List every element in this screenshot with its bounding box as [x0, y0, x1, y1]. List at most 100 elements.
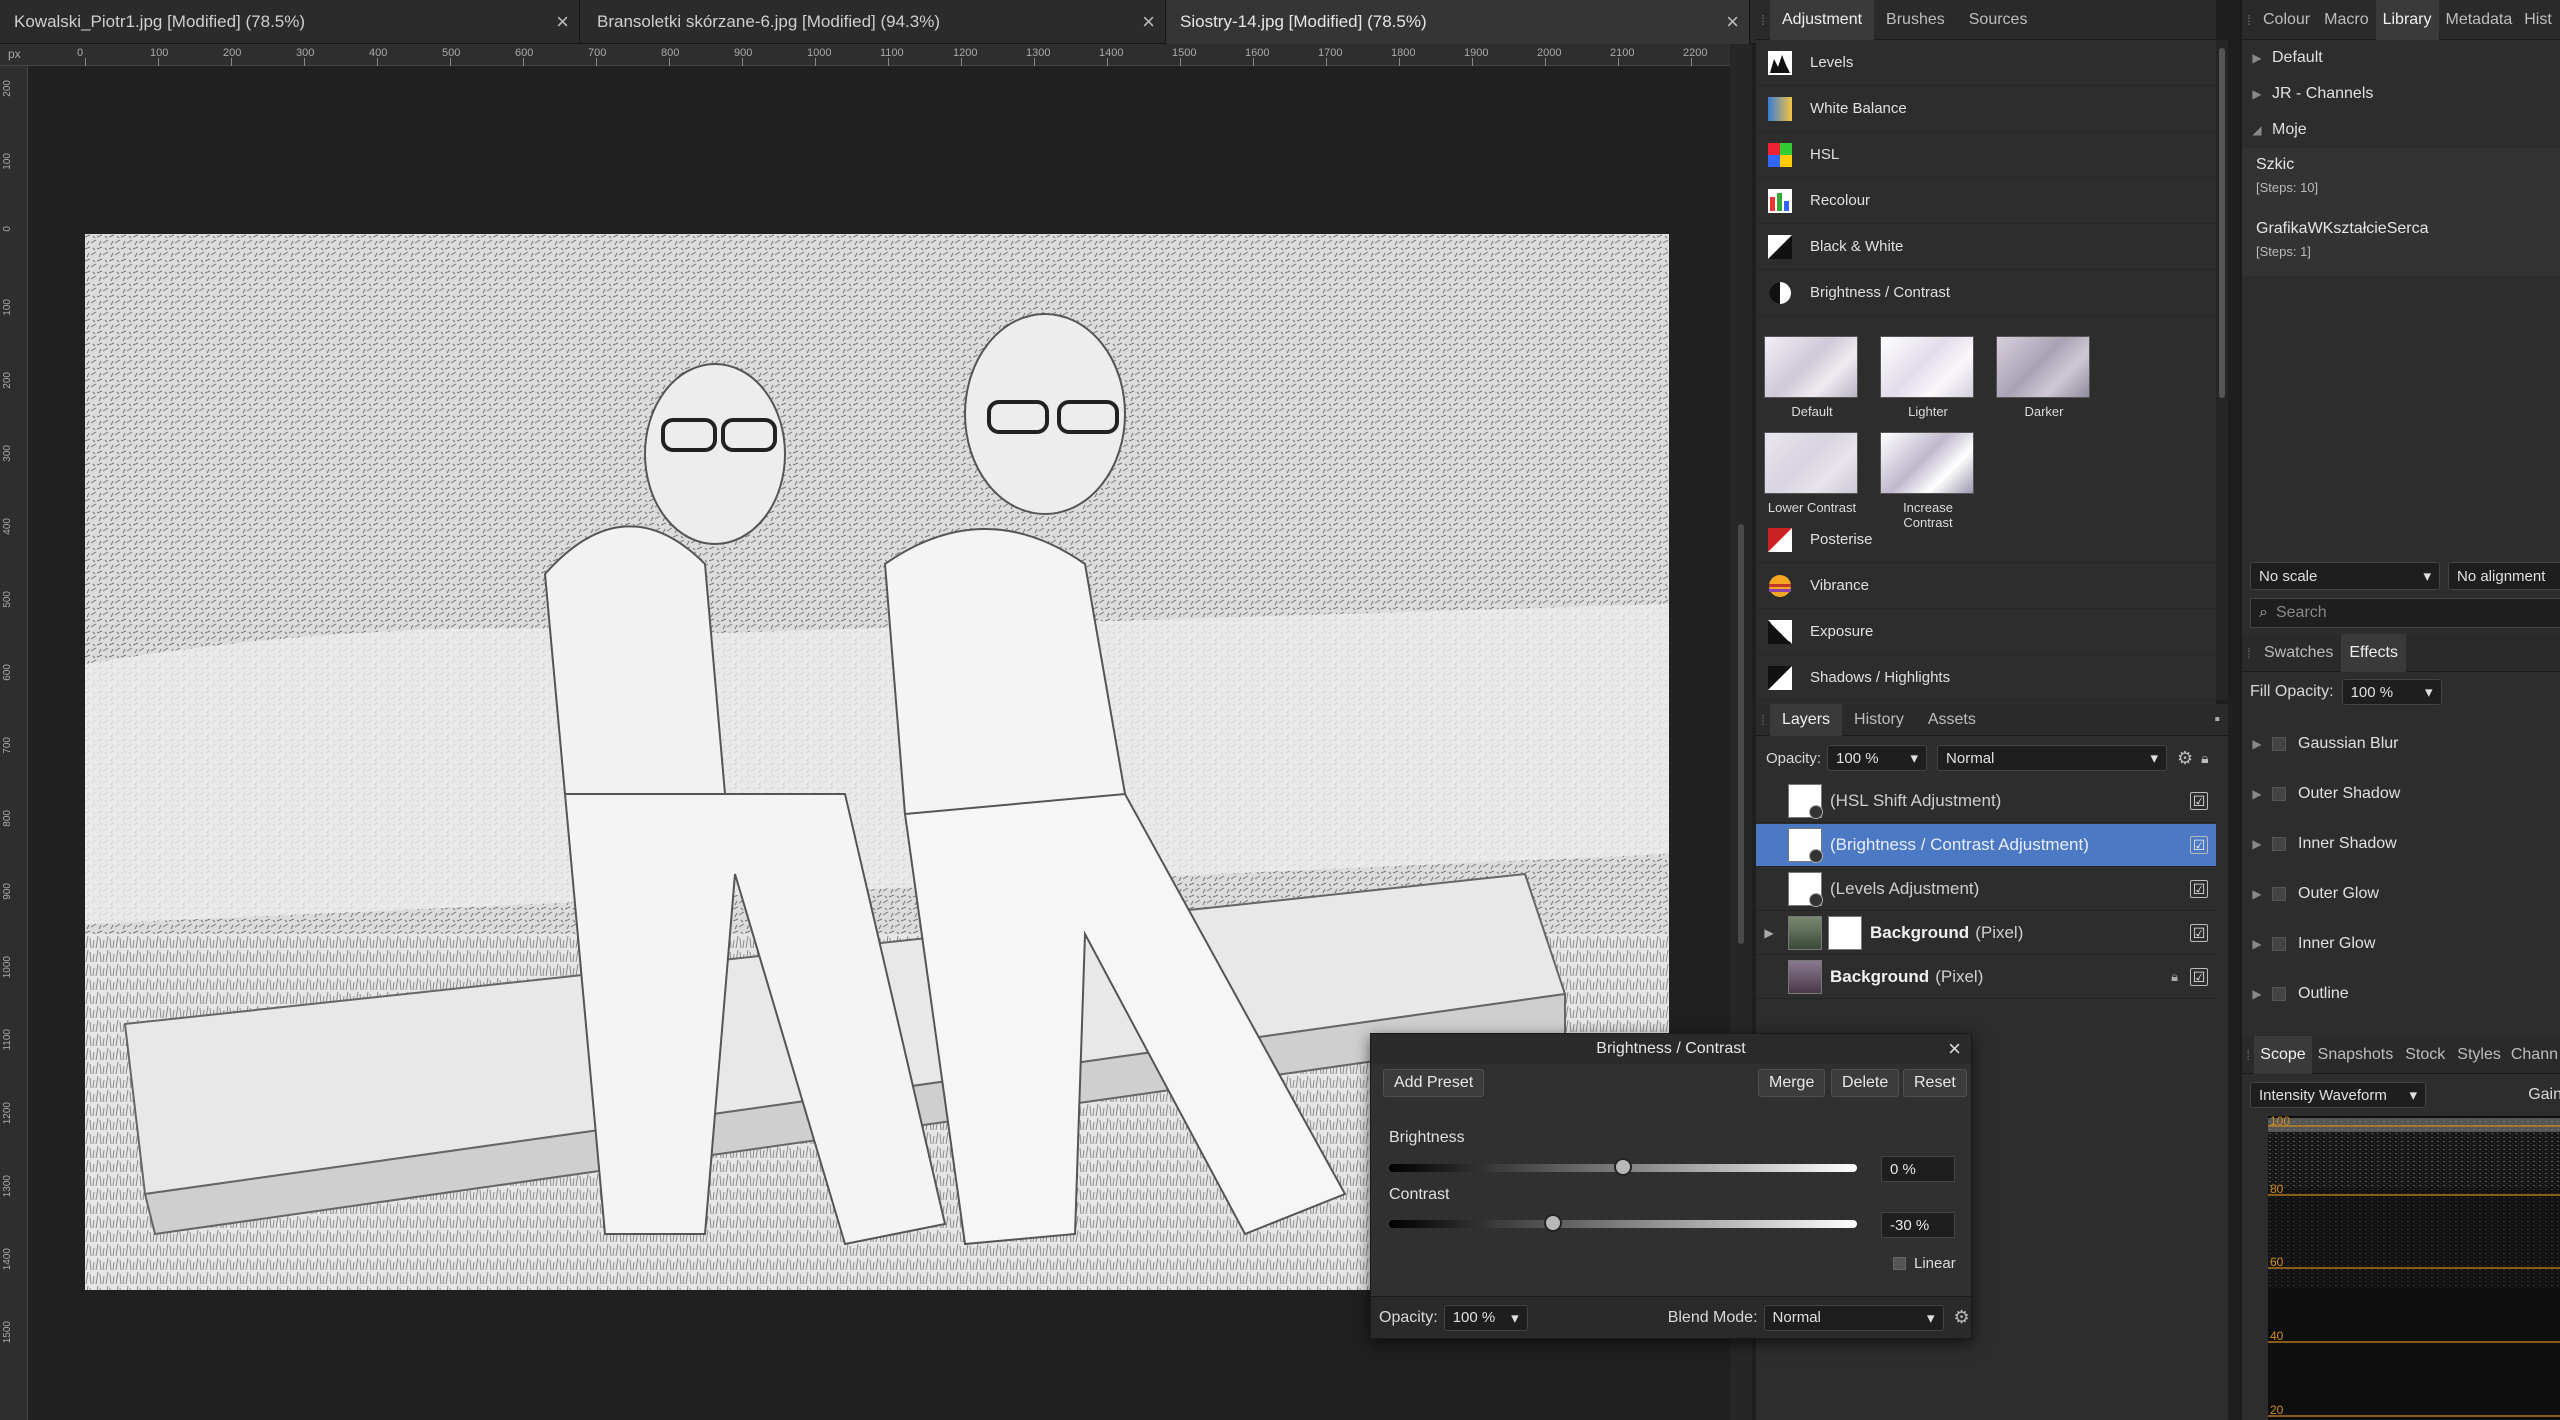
adjustment-posterise[interactable]: Posterise: [1756, 517, 2216, 563]
document-tab[interactable]: Bransoletki skórzane-6.jpg [Modified] (9…: [583, 0, 1166, 44]
expand-triangle-icon[interactable]: ▶: [1756, 926, 1782, 940]
adjustment-brightness-contrast[interactable]: Brightness / Contrast: [1756, 270, 2216, 316]
tab-library[interactable]: Library: [2375, 0, 2439, 40]
effect-inner-glow[interactable]: ▶ Inner Glow: [2242, 919, 2560, 969]
lock-icon[interactable]: 🔒︎: [2171, 969, 2178, 985]
layer-opacity-dropdown[interactable]: 100 % ▾: [1827, 745, 1928, 771]
layer-visibility-checkbox[interactable]: ☑: [2190, 880, 2208, 898]
panel-grip-icon[interactable]: ⁞: [1756, 700, 1770, 740]
close-icon[interactable]: ×: [1948, 1036, 1961, 1062]
macro-item[interactable]: GrafikaWKształcieSerca [Steps: 1]: [2256, 220, 2429, 259]
delete-button[interactable]: Delete: [1831, 1069, 1900, 1097]
tab-channels[interactable]: Chann: [2507, 1036, 2560, 1074]
library-search-input[interactable]: ⌕ Search: [2250, 598, 2560, 628]
blend-mode-dropdown[interactable]: Normal ▾: [1937, 745, 2168, 771]
effect-checkbox[interactable]: [2272, 937, 2286, 951]
adjustment-vibrance[interactable]: Vibrance: [1756, 563, 2216, 609]
layer-row[interactable]: (HSL Shift Adjustment) ☑: [1756, 780, 2216, 823]
tab-sources[interactable]: Sources: [1957, 0, 2040, 40]
gear-icon[interactable]: ⚙: [1954, 1307, 1970, 1328]
layer-visibility-checkbox[interactable]: ☑: [2190, 836, 2208, 854]
macro-item[interactable]: Szkic [Steps: 10]: [2256, 156, 2318, 195]
library-group-default[interactable]: ▶ Default: [2242, 40, 2560, 76]
panel-grip-icon[interactable]: ⁞: [1756, 0, 1770, 40]
tab-histogram[interactable]: Hist: [2519, 0, 2557, 40]
tab-effects[interactable]: Effects: [2341, 633, 2406, 672]
brightness-value-field[interactable]: 0 %: [1881, 1156, 1955, 1182]
effect-outer-shadow[interactable]: ▶ Outer Shadow: [2242, 769, 2560, 819]
effect-checkbox[interactable]: [2272, 987, 2286, 1001]
linear-toggle[interactable]: Linear: [1893, 1255, 1956, 1272]
adjustment-shadows-highlights[interactable]: Shadows / Highlights: [1756, 655, 2216, 701]
lock-icon[interactable]: 🔒︎: [2201, 750, 2208, 767]
tab-swatches[interactable]: Swatches: [2256, 634, 2341, 672]
effect-checkbox[interactable]: [2272, 887, 2286, 901]
preset-default[interactable]: Default: [1764, 336, 1860, 419]
layer-visibility-checkbox[interactable]: ☑: [2190, 792, 2208, 810]
tab-styles[interactable]: Styles: [2451, 1036, 2507, 1074]
tab-assets[interactable]: Assets: [1916, 704, 1988, 736]
layer-visibility-checkbox[interactable]: ☑: [2190, 924, 2208, 942]
vertical-ruler[interactable]: 200 100 0 100 200 300 400 500 600 700 800 900 1000 11…: [0, 66, 28, 1420]
scrollbar-thumb[interactable]: [1738, 524, 1744, 944]
fill-opacity-dropdown[interactable]: 100 % ▾: [2341, 679, 2442, 705]
effect-checkbox[interactable]: [2272, 837, 2286, 851]
linear-checkbox[interactable]: [1893, 1257, 1906, 1270]
tab-brushes[interactable]: Brushes: [1874, 0, 1957, 40]
document-tab-active[interactable]: Siostry-14.jpg [Modified] (78.5%) ×: [1166, 0, 1750, 44]
adjustment-levels[interactable]: Levels: [1756, 40, 2216, 86]
scope-mode-dropdown[interactable]: Intensity Waveform ▾: [2250, 1082, 2426, 1108]
merge-button[interactable]: Merge: [1758, 1069, 1826, 1097]
contrast-value-field[interactable]: -30 %: [1881, 1212, 1955, 1238]
preset-darker[interactable]: Darker: [1996, 336, 2092, 419]
preset-increase-contrast[interactable]: Increase Contrast: [1880, 432, 1976, 530]
effect-inner-shadow[interactable]: ▶ Inner Shadow: [2242, 819, 2560, 869]
library-group-jr-channels[interactable]: ▶ JR - Channels: [2242, 76, 2560, 112]
preset-lower-contrast[interactable]: Lower Contrast: [1764, 432, 1860, 515]
tab-adjustment[interactable]: Adjustment: [1770, 0, 1875, 40]
preset-lighter[interactable]: Lighter: [1880, 336, 1976, 419]
panel-menu-icon[interactable]: ▪: [2214, 711, 2220, 729]
tab-metadata[interactable]: Metadata: [2439, 0, 2520, 40]
effect-outline[interactable]: ▶ Outline: [2242, 969, 2560, 1019]
close-icon[interactable]: ×: [556, 9, 569, 35]
gear-icon[interactable]: ⚙: [2177, 748, 2193, 769]
effect-checkbox[interactable]: [2272, 787, 2286, 801]
library-group-moje[interactable]: ◢ Moje: [2242, 112, 2560, 148]
scale-dropdown[interactable]: No scale ▾: [2250, 562, 2440, 590]
dialog-blend-mode-dropdown[interactable]: Normal ▾: [1763, 1304, 1944, 1331]
alignment-dropdown[interactable]: No alignment: [2448, 562, 2560, 590]
layer-row[interactable]: Background (Pixel) 🔒︎ ☑: [1756, 956, 2216, 999]
horizontal-ruler[interactable]: px 0 100 200 300 400 500 600 700 800 900 1000 1100 1…: [0, 44, 1730, 66]
layer-row[interactable]: ▶ Background (Pixel) ☑: [1756, 912, 2216, 955]
tab-colour[interactable]: Colour: [2256, 0, 2317, 40]
tab-scope[interactable]: Scope: [2254, 1035, 2312, 1074]
layer-row-selected[interactable]: (Brightness / Contrast Adjustment) ☑: [1756, 824, 2216, 867]
scrollbar-thumb[interactable]: [2219, 48, 2225, 398]
reset-button[interactable]: Reset: [1903, 1069, 1967, 1097]
panel-grip-icon[interactable]: ⁞: [2242, 1035, 2254, 1075]
adjustment-white-balance[interactable]: White Balance: [1756, 86, 2216, 132]
effect-checkbox[interactable]: [2272, 737, 2286, 751]
dialog-opacity-dropdown[interactable]: 100 % ▾: [1443, 1304, 1528, 1331]
panel-grip-icon[interactable]: ⁞: [2242, 0, 2256, 40]
slider-handle[interactable]: [1614, 1158, 1632, 1176]
adjustment-recolour[interactable]: Recolour: [1756, 178, 2216, 224]
tab-stock[interactable]: Stock: [2399, 1036, 2451, 1074]
contrast-slider[interactable]: [1389, 1214, 1857, 1232]
dialog-title-bar[interactable]: Brightness / Contrast ×: [1371, 1034, 1971, 1064]
tab-snapshots[interactable]: Snapshots: [2312, 1036, 2400, 1074]
panel-grip-icon[interactable]: ⁞: [2242, 633, 2256, 673]
adjustment-hsl[interactable]: HSL: [1756, 132, 2216, 178]
effect-gaussian-blur[interactable]: ▶ Gaussian Blur: [2242, 719, 2560, 769]
layer-row[interactable]: (Levels Adjustment) ☑: [1756, 868, 2216, 911]
tab-macro[interactable]: Macro: [2317, 0, 2375, 40]
tab-history[interactable]: History: [1842, 704, 1916, 736]
add-preset-button[interactable]: Add Preset: [1383, 1069, 1485, 1097]
document-tab[interactable]: Kowalski_Piotr1.jpg [Modified] (78.5%) ×: [0, 0, 580, 44]
adjustment-exposure[interactable]: Exposure: [1756, 609, 2216, 655]
brightness-slider[interactable]: [1389, 1158, 1857, 1176]
tab-layers[interactable]: Layers: [1770, 703, 1843, 736]
layer-visibility-checkbox[interactable]: ☑: [2190, 968, 2208, 986]
effect-outer-glow[interactable]: ▶ Outer Glow: [2242, 869, 2560, 919]
